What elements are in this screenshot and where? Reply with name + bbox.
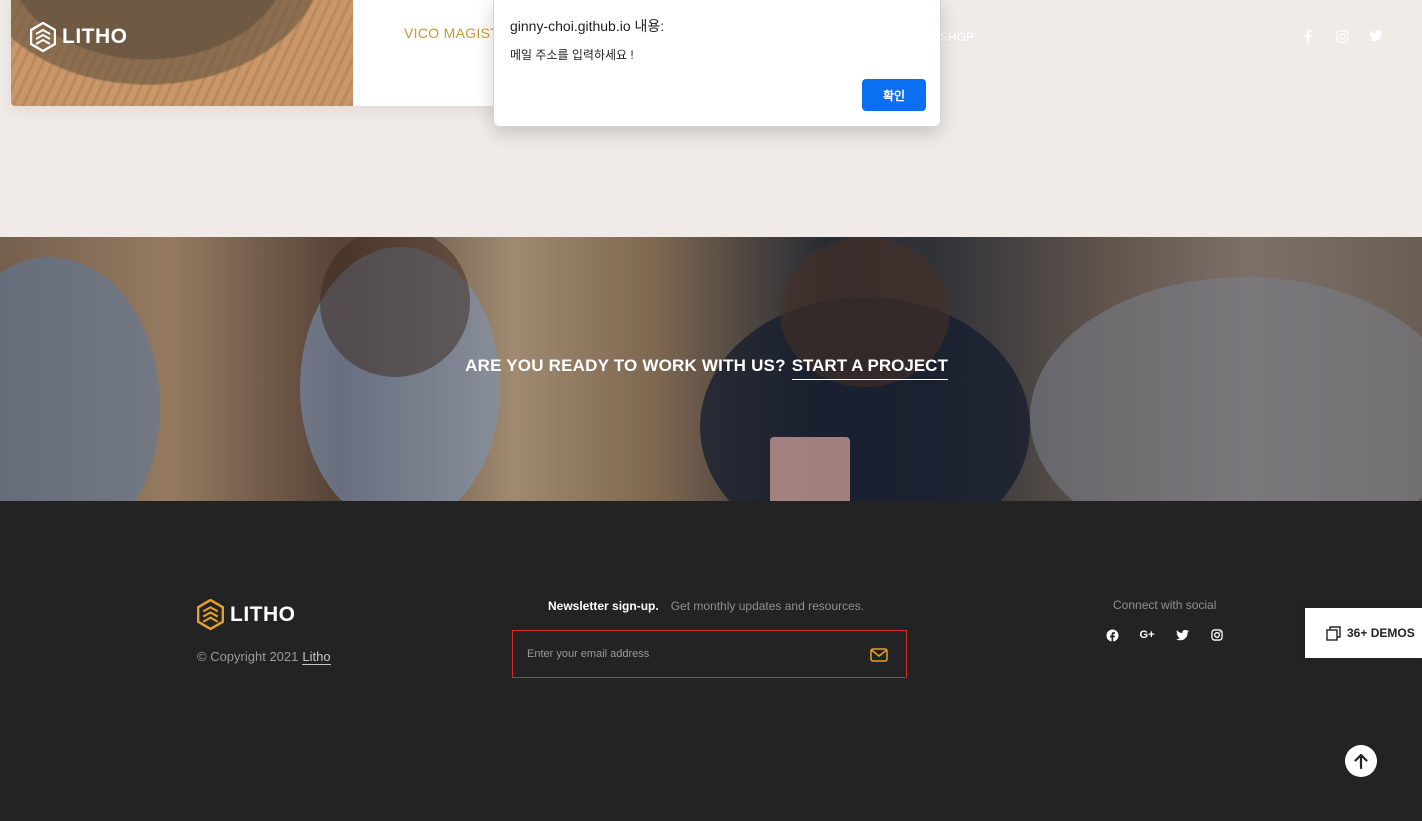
logo-hexagon-icon	[30, 22, 56, 52]
arrow-up-icon	[1354, 753, 1368, 769]
dialog-ok-button[interactable]: 확인	[862, 79, 926, 111]
banner-photo-shape	[770, 437, 850, 501]
newsletter-title: Newsletter sign-up.	[548, 599, 659, 613]
dialog-message: 메일 주소를 입력하세요 !	[510, 48, 634, 62]
start-project-link[interactable]: START A PROJECT	[791, 356, 948, 380]
facebook-icon[interactable]	[1300, 28, 1316, 44]
demos-button[interactable]: 36+ DEMOS	[1305, 608, 1422, 658]
twitter-icon[interactable]	[1368, 28, 1384, 44]
footer-logo-text: LITHO	[230, 602, 296, 626]
alert-dialog: ginny-choi.github.io 내용: 메일 주소를 입력하세요 ! …	[493, 0, 941, 127]
copyright: © Copyright 2021 Litho	[197, 649, 331, 665]
header-social-links	[1300, 28, 1384, 44]
newsletter-form	[512, 630, 907, 678]
connect-title: Connect with social	[1113, 598, 1217, 612]
header-logo-text: LITHO	[62, 25, 128, 48]
facebook-icon[interactable]	[1105, 628, 1119, 642]
demos-label: 36+ DEMOS	[1347, 626, 1415, 640]
footer-social-links: G+	[1105, 628, 1224, 642]
copy-icon	[1326, 625, 1341, 641]
dialog-title: ginny-choi.github.io 내용:	[510, 18, 665, 34]
nav-item-shop[interactable]: SHOP	[940, 30, 974, 44]
envelope-icon[interactable]	[869, 645, 889, 665]
newsletter-subtitle: Get monthly updates and resources.	[670, 599, 865, 613]
copyright-text: © Copyright 2021	[197, 649, 299, 664]
banner-photo-shape	[1030, 277, 1422, 501]
instagram-icon[interactable]	[1334, 28, 1350, 44]
logo-hexagon-icon	[197, 599, 224, 630]
cta-banner: ARE YOU READY TO WORK WITH US? START A P…	[0, 237, 1422, 501]
header-logo[interactable]: LITHO	[30, 22, 128, 52]
product-image[interactable]	[11, 0, 353, 106]
instagram-icon[interactable]	[1210, 628, 1224, 642]
copyright-link[interactable]: Litho	[302, 649, 331, 665]
twitter-icon[interactable]	[1175, 628, 1189, 642]
footer: LITHO © Copyright 2021 Litho Newsletter …	[0, 501, 1422, 821]
email-input[interactable]	[527, 645, 847, 663]
footer-logo[interactable]: LITHO	[197, 599, 296, 630]
google-plus-icon[interactable]: G+	[1140, 628, 1155, 642]
newsletter-header: Newsletter sign-up. Get monthly updates …	[548, 599, 864, 613]
scroll-to-top-button[interactable]	[1345, 745, 1377, 777]
banner-question: ARE YOU READY TO WORK WITH US?	[465, 356, 786, 375]
banner-cta: ARE YOU READY TO WORK WITH US? START A P…	[0, 356, 1422, 380]
